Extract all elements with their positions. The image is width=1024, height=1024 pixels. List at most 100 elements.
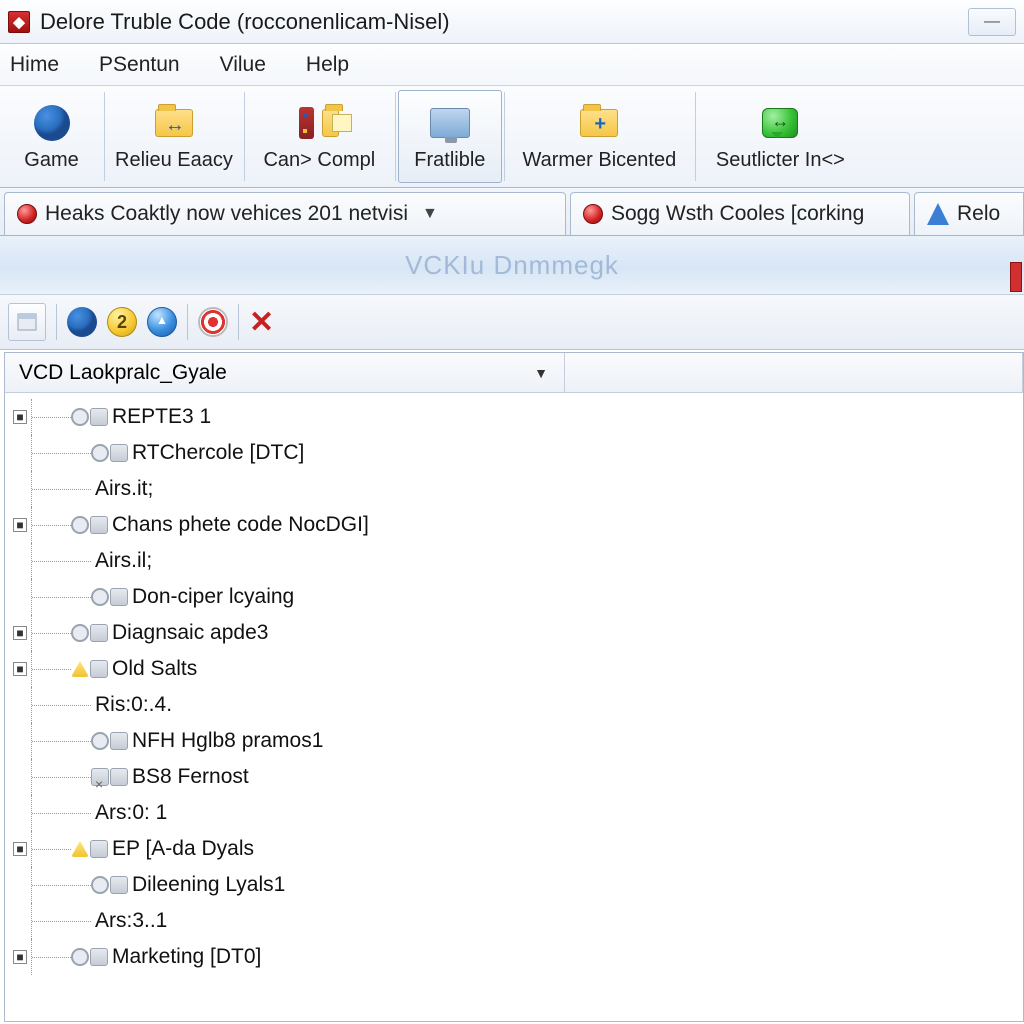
tree-connector (31, 867, 91, 903)
warn-icon (71, 841, 89, 857)
globe-icon[interactable] (147, 307, 177, 337)
minimize-button[interactable]: — (968, 8, 1016, 36)
tree-connector (31, 831, 71, 867)
cube-icon (90, 624, 108, 642)
toolbar-compl-button[interactable]: Can> Compl (245, 86, 395, 187)
expand-toggle[interactable]: ■ (13, 518, 27, 532)
node-icon-group (71, 840, 108, 858)
toolbar-separator (56, 304, 57, 340)
ring-icon (71, 948, 89, 966)
node-icon-group (91, 588, 128, 606)
column-header-name[interactable]: VCD Laokpralc_Gyale ▼ (5, 353, 565, 392)
toolbar-separator (238, 304, 239, 340)
tree-connector (31, 543, 91, 579)
ring-icon (71, 516, 89, 534)
banner-text: VCKIu Dnmmegk (405, 250, 619, 281)
content-panel: VCD Laokpralc_Gyale ▼ ■REPTE3 1RTChercol… (4, 352, 1024, 1022)
tree-node-label: Dileening Lyals1 (132, 867, 285, 903)
banner-red-marker (1010, 262, 1022, 292)
chevron-down-icon[interactable]: ▼ (534, 365, 548, 381)
tree-row[interactable]: NFH Hglb8 pramos1 (13, 723, 1023, 759)
node-icon-group (91, 876, 128, 894)
tree-row[interactable]: RTChercole [DTC] (13, 435, 1023, 471)
tb2-panel-button[interactable] (8, 303, 46, 341)
toolbar-label: Warmer Bicented (522, 149, 676, 172)
tab-strip: Heaks Coaktly now vehices 201 netvisi ▼ … (0, 188, 1024, 236)
tree-node-label: Ris:0:.4. (95, 687, 172, 723)
cube-icon (90, 948, 108, 966)
tree-row[interactable]: Don-ciper lcyaing (13, 579, 1023, 615)
tree-row[interactable]: ■REPTE3 1 (13, 399, 1023, 435)
azure-icon (927, 203, 949, 225)
node-icon-group (91, 732, 128, 750)
tab-label: Sogg Wsth Cooles [corking (611, 202, 864, 226)
panel-icon (16, 311, 38, 333)
tree-connector (31, 615, 71, 651)
target-icon[interactable] (198, 307, 228, 337)
tree-row[interactable]: ■Old Salts (13, 651, 1023, 687)
tree-row[interactable]: ■EP [A-da Dyals (13, 831, 1023, 867)
cube-icon (90, 516, 108, 534)
menu-help[interactable]: Help (300, 49, 355, 81)
node-icon-group (71, 948, 108, 966)
toolbar-label: Game (24, 149, 78, 172)
menu-home[interactable]: Hime (4, 49, 65, 81)
tree-connector (31, 507, 71, 543)
folder-note-icon (322, 109, 339, 137)
ring-icon (91, 876, 109, 894)
chevron-down-icon[interactable]: ▼ (416, 205, 444, 223)
tree-row[interactable]: Ris:0:.4. (13, 687, 1023, 723)
tree-row[interactable]: BS8 Fernost (13, 759, 1023, 795)
toolbar-label: Fratlible (414, 149, 485, 172)
badge-2-icon[interactable]: 2 (107, 307, 137, 337)
column-header-empty[interactable] (565, 353, 1023, 392)
tree-node-label: Airs.il; (95, 543, 152, 579)
cube-icon (110, 444, 128, 462)
toolbar-warmer-button[interactable]: Warmer Bicented (505, 86, 695, 187)
node-icon-group (91, 768, 128, 786)
close-x-icon[interactable]: ✕ (249, 305, 274, 340)
expand-toggle[interactable]: ■ (13, 626, 27, 640)
secondary-toolbar: 2 ✕ (0, 294, 1024, 350)
tab-relo[interactable]: Relo (914, 192, 1024, 235)
tree-row[interactable]: ■Marketing [DT0] (13, 939, 1023, 975)
app-icon: ◆ (8, 11, 30, 33)
ring-icon (71, 624, 89, 642)
tree-node-label: Airs.it; (95, 471, 153, 507)
tab-heaks[interactable]: Heaks Coaktly now vehices 201 netvisi ▼ (4, 192, 566, 235)
toolbar-relieu-button[interactable]: Relieu Eaacy (105, 86, 244, 187)
warn-icon (71, 661, 89, 677)
toolbar-fratlible-button[interactable]: Fratlible (398, 90, 502, 183)
tree-row[interactable]: Airs.il; (13, 543, 1023, 579)
tree-connector (31, 399, 71, 435)
expand-toggle[interactable]: ■ (13, 410, 27, 424)
expand-toggle[interactable]: ■ (13, 662, 27, 676)
toolbar-game-button[interactable]: Game (0, 86, 104, 187)
firefox-icon[interactable] (67, 307, 97, 337)
tree-row[interactable]: Ars:0: 1 (13, 795, 1023, 831)
tree-connector (31, 435, 91, 471)
expand-toggle[interactable]: ■ (13, 842, 27, 856)
main-toolbar: Game Relieu Eaacy Can> Compl Fratlible W… (0, 86, 1024, 188)
node-icon-group (91, 444, 128, 462)
tree-row[interactable]: ■Chans phete code NocDGI] (13, 507, 1023, 543)
tree-connector (31, 471, 91, 507)
tree-row[interactable]: ■Diagnsaic apde3 (13, 615, 1023, 651)
tree-row[interactable]: Airs.it; (13, 471, 1023, 507)
tree-view[interactable]: ■REPTE3 1RTChercole [DTC]Airs.it;■Chans … (5, 393, 1023, 975)
tree-column-header: VCD Laokpralc_Gyale ▼ (5, 353, 1023, 393)
tab-sogg[interactable]: Sogg Wsth Cooles [corking (570, 192, 910, 235)
menu-value[interactable]: Vilue (214, 49, 272, 81)
menu-psentun[interactable]: PSentun (93, 49, 186, 81)
toolbar-label: Relieu Eaacy (115, 149, 233, 172)
expand-toggle[interactable]: ■ (13, 950, 27, 964)
tree-node-label: RTChercole [DTC] (132, 435, 304, 471)
toolbar-seutlicter-button[interactable]: Seutlicter In<> (696, 86, 866, 187)
folder-arrow-icon (155, 109, 193, 137)
tree-row[interactable]: Dileening Lyals1 (13, 867, 1023, 903)
tree-node-label: NFH Hglb8 pramos1 (132, 723, 323, 759)
tree-row[interactable]: Ars:3..1 (13, 903, 1023, 939)
tab-label: Heaks Coaktly now vehices 201 netvisi (45, 202, 408, 226)
cube-icon (110, 588, 128, 606)
tree-node-label: BS8 Fernost (132, 759, 249, 795)
